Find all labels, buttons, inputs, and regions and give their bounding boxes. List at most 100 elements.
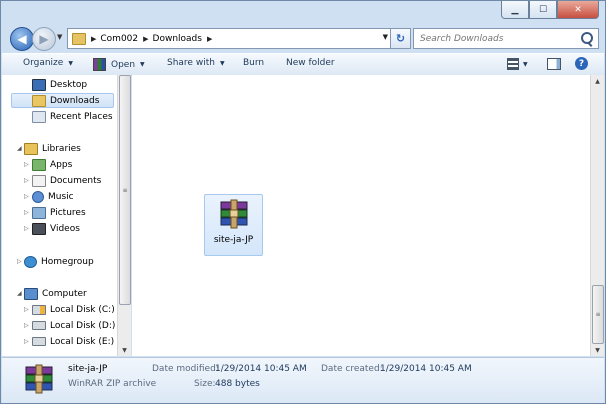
recent-places-icon bbox=[32, 110, 46, 123]
breadcrumb-downloads[interactable]: Downloads bbox=[153, 34, 202, 44]
expand-arrow-icon[interactable]: ▷ bbox=[24, 161, 29, 168]
nav-item-homegroup[interactable]: Homegroup bbox=[24, 254, 94, 269]
close-button[interactable]: ✕ bbox=[557, 1, 599, 19]
expand-arrow-icon[interactable]: ▷ bbox=[24, 177, 29, 184]
chevron-down-icon: ▼ bbox=[219, 59, 225, 67]
nav-item-label: Apps bbox=[50, 159, 73, 170]
refresh-button[interactable]: ↻ bbox=[390, 29, 410, 48]
breadcrumb-separator-icon[interactable]: ▶ bbox=[207, 35, 212, 43]
recent-pages-dropdown[interactable]: ▼ bbox=[57, 33, 62, 41]
explorer-window: ▁ ☐ ✕ ◀ ▶ ▼ ▶ Com002 ▶ Downloads ▶ ▼ ↻ O… bbox=[0, 0, 606, 404]
system-disk-icon bbox=[32, 304, 46, 315]
date-modified-value: 1/29/2014 10:45 AM bbox=[215, 364, 307, 374]
nav-item-label: Documents bbox=[50, 175, 102, 186]
breadcrumb-separator-icon[interactable]: ▶ bbox=[143, 35, 148, 43]
address-history-dropdown-icon[interactable]: ▼ bbox=[383, 33, 388, 41]
documents-icon bbox=[32, 174, 46, 187]
scroll-down-arrow-icon[interactable]: ▼ bbox=[591, 344, 604, 356]
scrollbar-thumb[interactable]: ≡ bbox=[592, 285, 604, 344]
downloads-folder-icon bbox=[32, 94, 46, 107]
nav-item-local-disk-d[interactable]: Local Disk (D:) bbox=[32, 318, 115, 333]
search-input[interactable] bbox=[418, 32, 582, 45]
breadcrumb: ▶ Com002 ▶ Downloads ▶ bbox=[86, 34, 216, 44]
breadcrumb-com002[interactable]: Com002 bbox=[100, 34, 138, 44]
nav-item-recent-places[interactable]: Recent Places bbox=[32, 109, 113, 124]
chevron-down-icon: ▼ bbox=[523, 60, 528, 68]
change-view-button[interactable]: ▼ bbox=[507, 58, 528, 70]
back-button[interactable]: ◀ bbox=[10, 27, 34, 51]
expand-arrow-icon[interactable]: ▷ bbox=[24, 193, 29, 200]
nav-item-label: Local Disk (C:) bbox=[50, 304, 115, 315]
disk-drive-icon bbox=[32, 321, 46, 330]
new-folder-button[interactable]: New folder bbox=[286, 58, 335, 68]
collapse-arrow-icon[interactable]: ◢ bbox=[17, 145, 22, 152]
preview-pane-button[interactable] bbox=[547, 58, 561, 70]
homegroup-icon bbox=[24, 255, 37, 268]
help-icon: ? bbox=[575, 57, 588, 70]
nav-item-label: Local Disk (D:) bbox=[50, 320, 116, 331]
burn-button[interactable]: Burn bbox=[243, 58, 264, 68]
nav-item-computer[interactable]: Computer bbox=[24, 286, 87, 301]
date-created-value: 1/29/2014 10:45 AM bbox=[380, 364, 472, 374]
share-with-button[interactable]: Share with ▼ bbox=[167, 58, 225, 68]
file-item[interactable]: site-ja-JP bbox=[204, 194, 263, 256]
nav-item-desktop[interactable]: Desktop bbox=[32, 77, 87, 92]
organize-button[interactable]: Organize ▼ bbox=[23, 58, 73, 68]
expand-arrow-icon[interactable]: ▷ bbox=[17, 258, 22, 265]
details-file-name: site-ja-JP bbox=[68, 364, 108, 374]
breadcrumb-separator-icon[interactable]: ▶ bbox=[91, 35, 96, 43]
burn-label: Burn bbox=[243, 58, 265, 68]
address-bar[interactable]: ▶ Com002 ▶ Downloads ▶ ▼ ↻ bbox=[67, 28, 411, 49]
preview-pane-icon bbox=[547, 58, 561, 70]
maximize-button[interactable]: ☐ bbox=[529, 1, 557, 19]
details-pane: site-ja-JP WinRAR ZIP archive Date modif… bbox=[2, 357, 604, 403]
nav-item-label: Desktop bbox=[50, 79, 88, 90]
nav-item-libraries[interactable]: Libraries bbox=[24, 141, 81, 156]
forward-button[interactable]: ▶ bbox=[32, 27, 56, 51]
share-with-label: Share with bbox=[167, 58, 215, 68]
chevron-down-icon: ▼ bbox=[68, 59, 73, 67]
file-list[interactable]: site-ja-JP bbox=[132, 75, 590, 356]
scroll-down-arrow-icon[interactable]: ▼ bbox=[118, 344, 131, 356]
nav-item-downloads[interactable]: Downloads bbox=[11, 93, 114, 108]
nav-item-label: Computer bbox=[42, 288, 87, 299]
open-button[interactable]: Open ▼ bbox=[93, 58, 145, 71]
file-name: site-ja-JP bbox=[213, 235, 254, 245]
nav-item-local-disk-e[interactable]: Local Disk (E:) bbox=[32, 334, 114, 349]
organize-label: Organize bbox=[23, 58, 64, 68]
search-box[interactable] bbox=[413, 28, 599, 49]
expand-arrow-icon[interactable]: ▷ bbox=[24, 338, 29, 345]
winrar-icon bbox=[93, 58, 106, 71]
scroll-up-arrow-icon[interactable]: ▲ bbox=[591, 75, 604, 87]
nav-item-label: Homegroup bbox=[41, 256, 94, 267]
help-button[interactable]: ? bbox=[575, 57, 588, 70]
nav-item-pictures[interactable]: Pictures bbox=[32, 205, 86, 220]
nav-item-documents[interactable]: Documents bbox=[32, 173, 101, 188]
collapse-arrow-icon[interactable]: ◢ bbox=[17, 290, 22, 297]
nav-item-music[interactable]: Music bbox=[32, 189, 74, 204]
navigation-pane-scrollbar[interactable]: ▲ ≡ ▼ bbox=[117, 75, 131, 356]
navigation-pane: Desktop Downloads Recent Places ◢ Librar… bbox=[2, 75, 117, 356]
nav-item-videos[interactable]: Videos bbox=[32, 221, 80, 236]
new-folder-label: New folder bbox=[286, 58, 335, 68]
expand-arrow-icon[interactable]: ▷ bbox=[24, 225, 29, 232]
music-icon bbox=[32, 190, 44, 203]
date-created-label: Date created: bbox=[321, 364, 383, 374]
nav-item-local-disk-c[interactable]: Local Disk (C:) bbox=[32, 302, 115, 317]
nav-item-label: Libraries bbox=[42, 143, 81, 154]
expand-arrow-icon[interactable]: ▷ bbox=[24, 306, 29, 313]
size-value: 488 bytes bbox=[215, 379, 260, 389]
file-list-scrollbar[interactable]: ▲ ≡ ▼ bbox=[590, 75, 604, 356]
search-icon[interactable] bbox=[581, 32, 593, 44]
nav-item-apps[interactable]: Apps bbox=[32, 157, 72, 172]
computer-icon bbox=[24, 287, 38, 300]
scrollbar-thumb[interactable]: ≡ bbox=[119, 75, 131, 305]
libraries-icon bbox=[24, 142, 38, 155]
apps-library-icon bbox=[32, 158, 46, 171]
expand-arrow-icon[interactable]: ▷ bbox=[24, 322, 29, 329]
navigation-row: ◀ ▶ ▼ ▶ Com002 ▶ Downloads ▶ ▼ ↻ bbox=[1, 25, 605, 51]
disk-drive-icon bbox=[32, 337, 46, 346]
nav-item-label: Local Disk (E:) bbox=[50, 336, 115, 347]
minimize-button[interactable]: ▁ bbox=[501, 1, 529, 19]
expand-arrow-icon[interactable]: ▷ bbox=[24, 209, 29, 216]
